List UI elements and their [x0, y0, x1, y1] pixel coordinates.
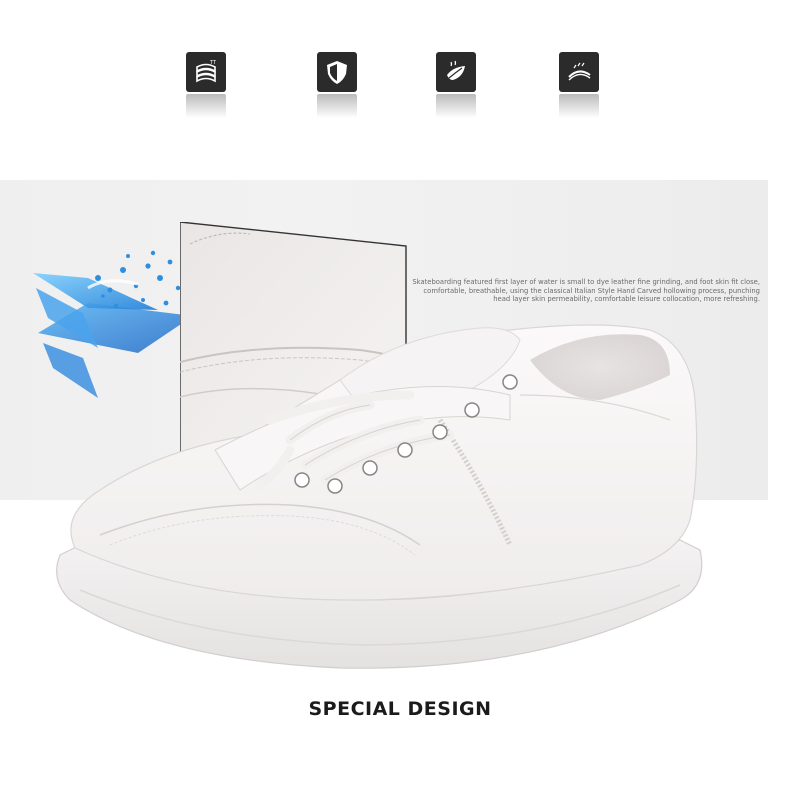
- feature-icon-row: TT: [0, 52, 800, 122]
- flexible-sole-icon: [559, 52, 599, 92]
- icon-reflection: [317, 94, 357, 118]
- headline: SPECIAL DESIGN: [308, 698, 492, 720]
- white-sneaker-image: [56, 324, 703, 669]
- breathable-leaf-icon: [436, 52, 476, 92]
- svg-text:TT: TT: [209, 60, 217, 66]
- icon-reflection: [186, 94, 226, 118]
- icon-reflection: [559, 94, 599, 118]
- shield-icon: [317, 52, 357, 92]
- layered-fabric-icon: TT: [186, 52, 226, 92]
- icon-reflection: [436, 94, 476, 118]
